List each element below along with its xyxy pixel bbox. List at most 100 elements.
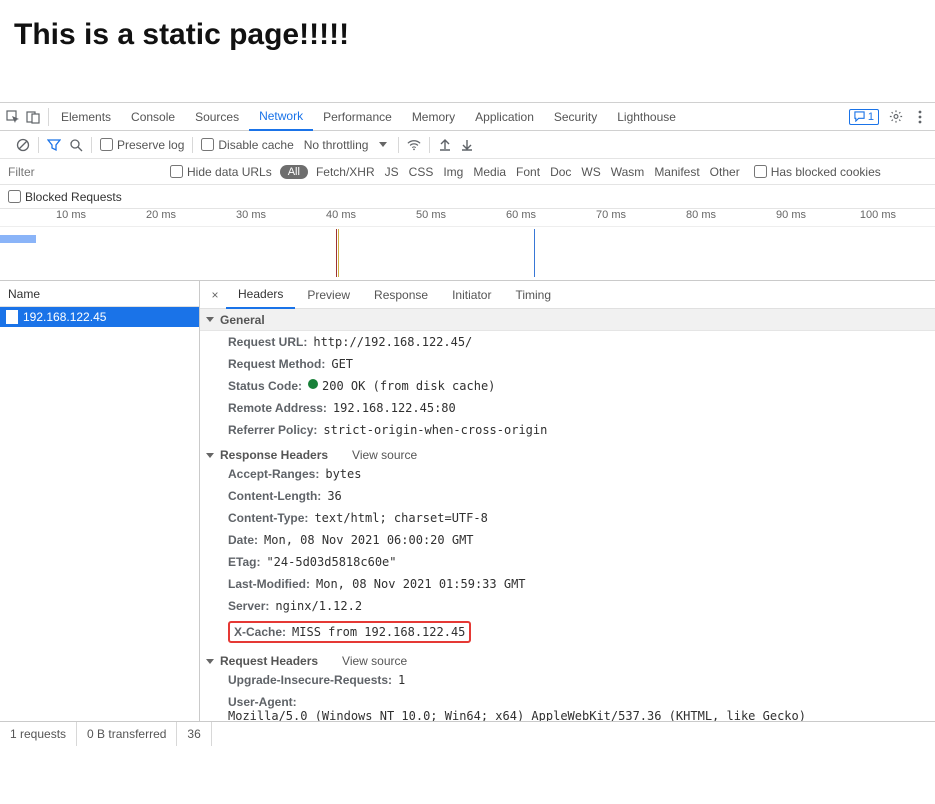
column-header-name[interactable]: Name [0,281,199,307]
filter-wasm[interactable]: Wasm [611,165,645,179]
disclosure-triangle-icon [206,317,214,322]
filter-media[interactable]: Media [473,165,506,179]
more-icon[interactable] [913,110,927,124]
tick: 40 ms [270,209,360,226]
section-response-headers[interactable]: Response Headers View source [200,441,935,463]
timeline-ruler: 10 ms 20 ms 30 ms 40 ms 50 ms 60 ms 70 m… [0,209,935,227]
tick: 20 ms [90,209,180,226]
tab-performance[interactable]: Performance [313,103,402,131]
has-blocked-cookies-checkbox[interactable]: Has blocked cookies [754,165,881,179]
footer-resources: 36 [177,722,211,746]
section-general-title: General [220,313,265,327]
tab-security[interactable]: Security [544,103,607,131]
throttling-select[interactable]: No throttling [304,138,369,152]
messages-count: 1 [868,111,874,123]
filter-js[interactable]: JS [385,165,399,179]
detail-tab-preview[interactable]: Preview [295,281,362,309]
response-header-row: Content-Type:text/html; charset=UTF-8 [200,507,935,529]
disable-cache-checkbox[interactable]: Disable cache [201,138,293,152]
download-icon[interactable] [460,138,474,152]
disclosure-triangle-icon [206,659,214,664]
request-header-row: User-Agent:Mozilla/5.0 (Windows NT 10.0;… [200,691,935,721]
section-general[interactable]: General [200,309,935,331]
tab-sources[interactable]: Sources [185,103,249,131]
footer-transferred: 0 B transferred [77,722,177,746]
tab-application[interactable]: Application [465,103,544,131]
filter-icon[interactable] [47,138,61,152]
inspect-icon[interactable] [6,110,20,124]
request-header-row: Upgrade-Insecure-Requests:1 [200,669,935,691]
filter-css[interactable]: CSS [409,165,434,179]
tab-network[interactable]: Network [249,103,313,131]
response-header-row: Last-Modified:Mon, 08 Nov 2021 01:59:33 … [200,573,935,595]
preserve-log-checkbox[interactable]: Preserve log [100,138,184,152]
filter-all-pill[interactable]: All [280,165,308,179]
blocked-requests-checkbox[interactable]: Blocked Requests [8,190,122,204]
devtools-tabstrip: Elements Console Sources Network Perform… [0,103,935,131]
detail-tab-response[interactable]: Response [362,281,440,309]
detail-tabstrip: × Headers Preview Response Initiator Tim… [200,281,935,309]
page-heading: This is a static page!!!!! [14,18,921,52]
search-icon[interactable] [69,138,83,152]
tab-memory[interactable]: Memory [402,103,465,131]
page-body: This is a static page!!!!! [0,0,935,102]
close-icon[interactable]: × [204,288,226,302]
section-request-title: Request Headers [220,654,318,668]
gear-icon[interactable] [889,110,903,124]
view-source-link[interactable]: View source [352,448,417,462]
messages-badge[interactable]: 1 [849,109,879,125]
devtools-panel: Elements Console Sources Network Perform… [0,102,935,745]
tick: 50 ms [360,209,450,226]
timeline[interactable]: 10 ms 20 ms 30 ms 40 ms 50 ms 60 ms 70 m… [0,209,935,281]
general-remote-address: Remote Address:192.168.122.45:80 [200,397,935,419]
tick: 80 ms [630,209,720,226]
section-request-headers[interactable]: Request Headers View source [200,647,935,669]
preserve-log-label: Preserve log [117,138,184,152]
status-bar: 1 requests 0 B transferred 36 [0,721,935,745]
filter-ws[interactable]: WS [581,165,600,179]
tab-console[interactable]: Console [121,103,185,131]
filter-input[interactable] [0,161,170,183]
has-blocked-cookies-label: Has blocked cookies [771,165,881,179]
detail-tab-headers[interactable]: Headers [226,281,295,309]
tab-elements[interactable]: Elements [51,103,121,131]
footer-requests: 1 requests [0,722,77,746]
disclosure-triangle-icon [206,453,214,458]
chevron-down-icon[interactable] [376,138,390,152]
network-main: Name 192.168.122.45 × Headers Preview Re… [0,281,935,721]
view-source-link[interactable]: View source [342,654,407,668]
general-status-code: Status Code:200 OK (from disk cache) [200,375,935,397]
document-icon [6,310,18,324]
filter-font[interactable]: Font [516,165,540,179]
response-header-row: Content-Length:36 [200,485,935,507]
hide-data-urls-checkbox[interactable]: Hide data URLs [170,165,272,179]
device-toggle-icon[interactable] [26,110,40,124]
detail-tab-timing[interactable]: Timing [503,281,563,309]
upload-icon[interactable] [438,138,452,152]
network-toolbar: Preserve log Disable cache No throttling [0,131,935,159]
general-request-method: Request Method:GET [200,353,935,375]
response-header-row: Accept-Ranges:bytes [200,463,935,485]
general-referrer-policy: Referrer Policy:strict-origin-when-cross… [200,419,935,441]
response-header-row-xcache: X-Cache:MISS from 192.168.122.45 [200,617,935,647]
request-row[interactable]: 192.168.122.45 [0,307,199,327]
clear-icon[interactable] [16,138,30,152]
response-header-row: Server:nginx/1.12.2 [200,595,935,617]
request-name: 192.168.122.45 [23,310,106,324]
tick: 10 ms [0,209,90,226]
filter-doc[interactable]: Doc [550,165,571,179]
wifi-icon[interactable] [407,138,421,152]
filter-bar: Hide data URLs All Fetch/XHR JS CSS Img … [0,159,935,185]
detail-tab-initiator[interactable]: Initiator [440,281,503,309]
blocked-requests-row: Blocked Requests [0,185,935,209]
filter-manifest[interactable]: Manifest [654,165,699,179]
tick: 70 ms [540,209,630,226]
filter-other[interactable]: Other [710,165,740,179]
filter-fetchxhr[interactable]: Fetch/XHR [316,165,375,179]
response-header-row: ETag:"24-5d03d5818c60e" [200,551,935,573]
tick: 90 ms [720,209,810,226]
filter-img[interactable]: Img [443,165,463,179]
blocked-requests-label: Blocked Requests [25,190,122,204]
tab-lighthouse[interactable]: Lighthouse [607,103,686,131]
request-detail: × Headers Preview Response Initiator Tim… [200,281,935,721]
